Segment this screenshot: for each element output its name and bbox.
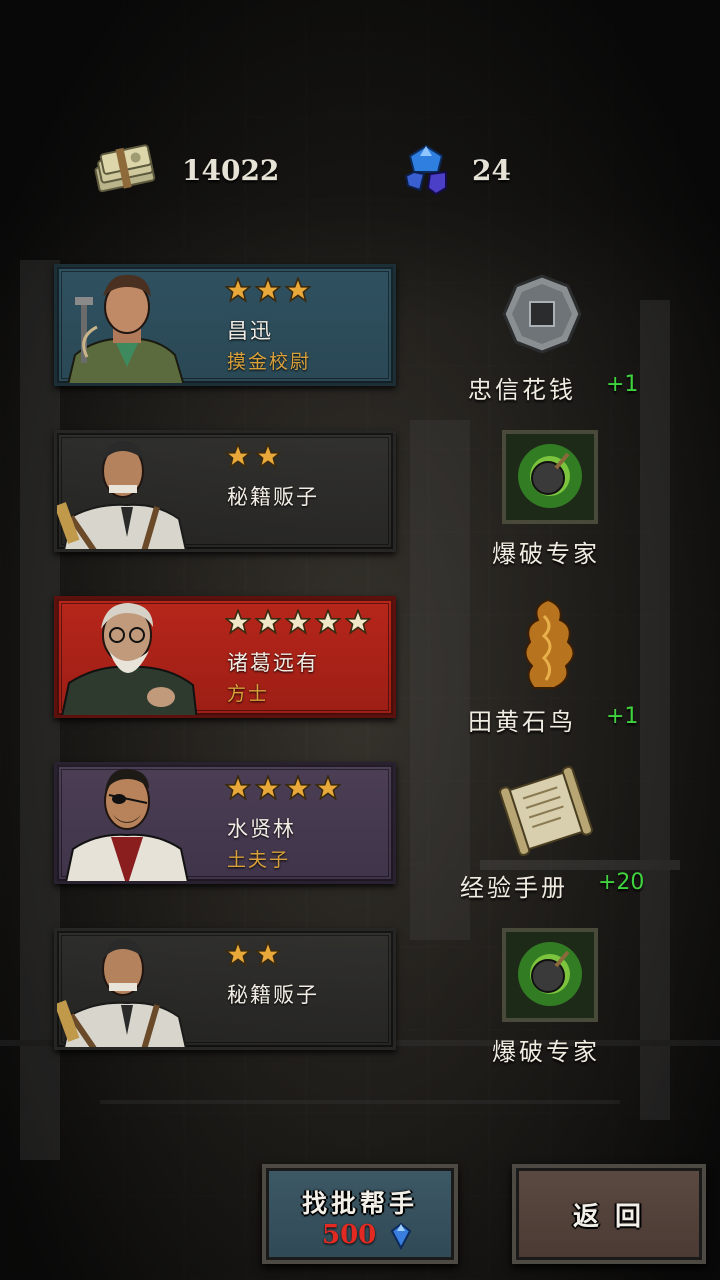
back-button[interactable]: 返回: [512, 1164, 706, 1264]
money-amount: 14022: [182, 153, 280, 187]
recruit-card[interactable]: 诸葛远有 方士: [54, 596, 396, 718]
recruit-card[interactable]: 昌迅 摸金校尉: [54, 264, 396, 386]
scroll-icon[interactable]: [498, 766, 594, 856]
hero-title: 摸金校尉: [227, 351, 312, 373]
hero-portrait: [61, 603, 197, 715]
reward-label: 忠信花钱: [468, 376, 576, 404]
hero-name: 诸葛远有: [227, 651, 319, 675]
hero-portrait: [67, 274, 185, 383]
hero-name: 水贤林: [227, 817, 296, 841]
gem-icon: [404, 144, 447, 196]
reward-label: 田黄石鸟: [468, 708, 576, 736]
star-icon: [255, 277, 281, 303]
gem-display: 24: [402, 140, 511, 200]
cash-stack-icon: [94, 144, 156, 193]
star-icon: [285, 609, 311, 635]
star-icon: [225, 443, 251, 469]
star-icon: [255, 941, 281, 967]
star-rating: [225, 941, 281, 967]
star-icon: [315, 609, 341, 635]
recruit-row: 昌迅 摸金校尉 忠信花钱 +1: [0, 264, 720, 404]
recruit-row: 水贤林 土夫子 经验手册 +20: [0, 762, 720, 902]
recruit-card[interactable]: 秘籍贩子: [54, 928, 396, 1050]
reward-label: 爆破专家: [492, 540, 600, 568]
star-icon: [225, 775, 251, 801]
recruit-card[interactable]: 水贤林 土夫子: [54, 762, 396, 884]
back-button-label: 返回: [572, 1202, 657, 1232]
hero-title: 土夫子: [227, 849, 291, 871]
star-icon: [255, 443, 281, 469]
star-rating: [225, 609, 371, 635]
reward-count: +1: [606, 704, 639, 729]
hire-price: 500: [322, 1220, 377, 1250]
star-icon: [285, 775, 311, 801]
reward-count: +1: [606, 372, 639, 397]
star-rating: [225, 277, 311, 303]
reward-count: +20: [598, 870, 645, 895]
hero-name: 秘籍贩子: [227, 983, 319, 1007]
hero-portrait: [57, 938, 187, 1047]
reward-label: 经验手册: [460, 874, 568, 902]
money-display: 14022: [90, 140, 279, 200]
reward-label: 爆破专家: [492, 1038, 600, 1066]
gem-icon: [390, 1222, 412, 1250]
star-icon: [285, 277, 311, 303]
star-icon: [225, 941, 251, 967]
hero-title: 方士: [227, 683, 270, 705]
bomb-skill-icon[interactable]: [502, 928, 598, 1022]
star-rating: [225, 443, 281, 469]
bomb-skill-icon[interactable]: [502, 430, 598, 524]
star-icon: [255, 609, 281, 635]
hero-name: 秘籍贩子: [227, 485, 319, 509]
star-icon: [345, 609, 371, 635]
recruit-row: 秘籍贩子 爆破专家: [0, 430, 720, 568]
hero-name: 昌迅: [227, 319, 273, 343]
coin-icon[interactable]: [500, 272, 584, 356]
star-rating: [225, 775, 341, 801]
star-icon: [225, 277, 251, 303]
star-icon: [255, 775, 281, 801]
stone-bird-icon[interactable]: [514, 596, 584, 692]
recruit-row: 诸葛远有 方士 田黄石鸟 +1: [0, 596, 720, 736]
hero-portrait: [65, 768, 189, 881]
recruit-card[interactable]: 秘籍贩子: [54, 430, 396, 552]
hire-button-label: 找批帮手: [301, 1189, 418, 1218]
hire-helper-button[interactable]: 找批帮手 500: [262, 1164, 458, 1264]
star-icon: [225, 609, 251, 635]
star-icon: [315, 775, 341, 801]
gem-amount: 24: [472, 153, 511, 187]
recruit-row: 秘籍贩子 爆破专家: [0, 928, 720, 1066]
hero-portrait: [57, 440, 187, 549]
